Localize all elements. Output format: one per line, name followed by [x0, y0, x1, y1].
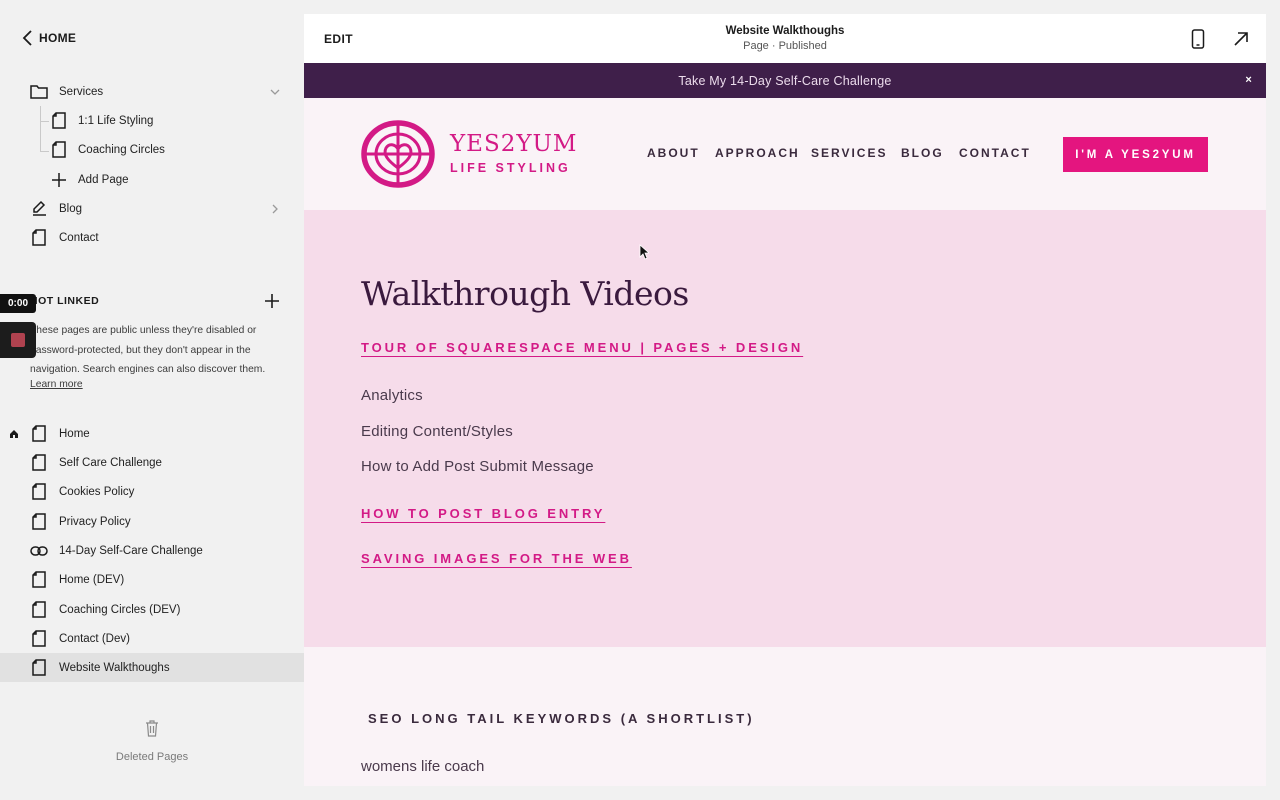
announcement-text: Take My 14-Day Self-Care Challenge	[678, 73, 892, 88]
page-icon	[30, 454, 48, 472]
not-linked-title: NOT LINKED	[30, 295, 100, 307]
home-icon	[6, 425, 22, 443]
announcement-bar[interactable]: Take My 14-Day Self-Care Challenge ×	[304, 63, 1266, 98]
folder-icon	[30, 83, 48, 101]
sidebar-item-home[interactable]: Home	[0, 419, 304, 448]
stop-recording-button[interactable]	[0, 322, 36, 358]
post-blog-link[interactable]: HOW TO POST BLOG ENTRY	[361, 506, 605, 521]
sidebar-item-label: Services	[59, 85, 104, 98]
sidebar-item-label: 14-Day Self-Care Challenge	[59, 544, 203, 557]
nav-services[interactable]: SERVICES	[811, 146, 887, 160]
close-announcement-button[interactable]: ×	[1245, 74, 1252, 86]
seo-section: SEO LONG TAIL KEYWORDS (A SHORTLIST) wom…	[304, 647, 1266, 786]
link-icon	[30, 542, 48, 560]
chevron-left-icon	[22, 30, 32, 46]
cta-button[interactable]: I'M A YES2YUM	[1063, 137, 1208, 172]
nav-about[interactable]: ABOUT	[647, 146, 700, 160]
tour-menu-link[interactable]: TOUR OF SQUARESPACE MENU | PAGES + DESIG…	[361, 340, 803, 355]
nav-contact[interactable]: CONTACT	[959, 146, 1031, 160]
sidebar-item-services[interactable]: Services	[0, 77, 304, 106]
sidebar-item-contact[interactable]: Contact	[0, 223, 304, 252]
sidebar-item-website-walkthoughs[interactable]: Website Walkthoughs	[0, 653, 304, 682]
add-page-button[interactable]: Add Page	[0, 165, 304, 194]
home-back-label: HOME	[39, 31, 77, 45]
sidebar-item-contact-dev[interactable]: Contact (Dev)	[0, 624, 304, 653]
page-icon	[50, 141, 68, 159]
page-icon	[30, 425, 48, 443]
page-icon	[30, 659, 48, 677]
logo-name[interactable]: YES2YUM	[450, 131, 577, 157]
sidebar-item-label: Home	[59, 427, 90, 440]
pages-panel: HOME Services 1:1 Life Styling Coaching …	[0, 0, 304, 800]
sidebar-item-blog[interactable]: Blog	[0, 194, 304, 223]
sidebar-item-coaching-circles-dev[interactable]: Coaching Circles (DEV)	[0, 595, 304, 624]
page-icon	[30, 601, 48, 619]
sidebar-item-label: Contact (Dev)	[59, 632, 130, 645]
sidebar-item-label: Contact	[59, 231, 99, 244]
list-item: womens life coach	[361, 758, 485, 775]
mouse-cursor-icon	[639, 244, 649, 260]
page-icon	[30, 483, 48, 501]
plus-icon	[50, 171, 68, 189]
list-item: Editing Content/Styles	[361, 423, 513, 440]
home-back-link[interactable]: HOME	[22, 30, 76, 46]
sidebar-item-label: Home (DEV)	[59, 573, 125, 586]
sidebar-item-label: Cookies Policy	[59, 485, 135, 498]
sidebar-item-coaching-circles[interactable]: Coaching Circles	[0, 135, 304, 164]
yes2yum-logo-icon[interactable]	[361, 120, 435, 188]
sidebar-item-label: Coaching Circles (DEV)	[59, 603, 181, 616]
list-item: Analytics	[361, 387, 423, 404]
deleted-pages-button[interactable]: Deleted Pages	[95, 720, 209, 763]
add-unlinked-page-button[interactable]	[264, 293, 280, 309]
saving-images-link[interactable]: SAVING IMAGES FOR THE WEB	[361, 551, 632, 566]
sidebar-item-14-day-challenge-link[interactable]: 14-Day Self-Care Challenge	[0, 536, 304, 565]
sidebar-item-label: Privacy Policy	[59, 515, 131, 528]
sidebar-item-privacy-policy[interactable]: Privacy Policy	[0, 507, 304, 536]
expand-arrow-icon[interactable]	[1233, 31, 1249, 47]
trash-icon	[146, 720, 158, 737]
page-icon	[30, 571, 48, 589]
blog-edit-icon	[30, 200, 48, 218]
mobile-preview-icon[interactable]	[1191, 29, 1205, 49]
page-icon	[30, 630, 48, 648]
walkthrough-section: Walkthrough Videos TOUR OF SQUARESPACE M…	[304, 210, 1266, 647]
list-item: How to Add Post Submit Message	[361, 458, 594, 475]
section-heading: Walkthrough Videos	[361, 274, 689, 313]
logo-tagline: LIFE STYLING	[450, 161, 571, 175]
site-header: YES2YUM LIFE STYLING ABOUT APPROACH SERV…	[304, 98, 1266, 210]
not-linked-description: These pages are public unless they're di…	[30, 325, 266, 375]
sidebar-item-label: Blog	[59, 202, 83, 215]
recording-timer: 0:00	[0, 294, 36, 313]
site-preview-frame: EDIT Website Walkthoughs Page · Publishe…	[304, 14, 1266, 786]
page-icon	[30, 513, 48, 531]
sidebar-item-cookies-policy[interactable]: Cookies Policy	[0, 477, 304, 506]
learn-more-link[interactable]: Learn more	[30, 379, 83, 390]
chevron-down-icon[interactable]	[270, 87, 280, 97]
sidebar-item-self-care-challenge[interactable]: Self Care Challenge	[0, 448, 304, 477]
nav-blog[interactable]: BLOG	[901, 146, 944, 160]
sidebar-item-label: Website Walkthoughs	[59, 661, 170, 674]
sidebar-item-home-dev[interactable]: Home (DEV)	[0, 565, 304, 594]
sidebar-item-life-styling[interactable]: 1:1 Life Styling	[0, 106, 304, 135]
nav-approach[interactable]: APPROACH	[715, 146, 800, 160]
page-icon	[50, 112, 68, 130]
sidebar-item-label: 1:1 Life Styling	[78, 114, 154, 127]
add-page-label: Add Page	[78, 173, 129, 186]
deleted-pages-label: Deleted Pages	[115, 751, 189, 763]
seo-heading: SEO LONG TAIL KEYWORDS (A SHORTLIST)	[368, 711, 755, 726]
sidebar-item-label: Coaching Circles	[78, 143, 165, 156]
page-title: Website Walkthoughs	[725, 25, 845, 37]
page-icon	[30, 229, 48, 247]
stop-icon	[11, 333, 25, 347]
sidebar-item-label: Self Care Challenge	[59, 456, 162, 469]
chevron-right-icon[interactable]	[270, 204, 280, 214]
editor-toolbar: EDIT Website Walkthoughs Page · Publishe…	[304, 14, 1266, 63]
page-status: Page · Published	[743, 40, 827, 52]
